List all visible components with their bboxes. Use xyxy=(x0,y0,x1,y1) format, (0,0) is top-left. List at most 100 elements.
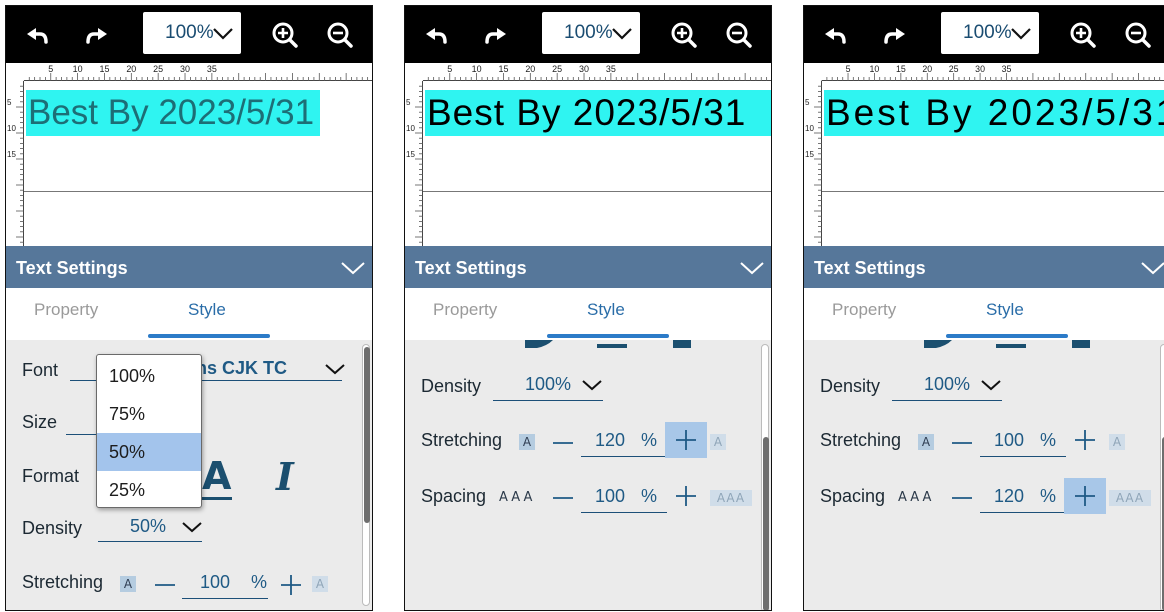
label-text-object[interactable]: Best By 2023/5/31 xyxy=(425,90,771,136)
stretching-value[interactable]: 100 xyxy=(200,572,230,593)
density-value[interactable]: 50% xyxy=(130,516,166,537)
label-boundary-line xyxy=(24,191,372,192)
density-value[interactable]: 100% xyxy=(525,374,571,395)
format-italic-button[interactable]: I xyxy=(276,454,294,499)
scrollbar[interactable] xyxy=(362,344,370,606)
zoom-out-icon[interactable] xyxy=(325,20,355,50)
stretching-unit: % xyxy=(251,572,268,592)
stretching-plus-button[interactable] xyxy=(665,422,707,458)
zoom-in-icon[interactable] xyxy=(669,20,699,50)
zoom-out-icon[interactable] xyxy=(724,20,754,50)
stretching-plus-button[interactable] xyxy=(270,567,312,603)
ruler-label: 25 xyxy=(552,64,562,74)
undo-icon[interactable] xyxy=(820,20,850,50)
phone-screen-3: 100% 5 10 15 20 25 30 35 5 10 15 Best By 2023/5/… xyxy=(803,5,1164,611)
ruler-label: 5 xyxy=(48,64,53,74)
ruler-label: 20 xyxy=(126,64,136,74)
format-icons-scrolled xyxy=(924,340,1090,348)
spacing-minus-button[interactable] xyxy=(950,486,974,510)
dropdown-option-50[interactable]: 50% xyxy=(97,433,201,471)
spacing-minus-button[interactable] xyxy=(551,486,575,510)
stretching-label: Stretching xyxy=(820,430,902,450)
dropdown-option-75[interactable]: 75% xyxy=(97,395,201,433)
label-text-object[interactable]: Best By 2023/5/31 xyxy=(824,90,1164,136)
ruler-label: 5 xyxy=(846,64,851,74)
label-text-object[interactable]: Best By 2023/5/31 xyxy=(26,90,321,136)
scrollbar[interactable] xyxy=(761,344,769,610)
ruler-label: 5 xyxy=(406,98,411,107)
spacing-wide-icon: AAA xyxy=(1109,490,1151,506)
undo-icon[interactable] xyxy=(421,20,451,50)
label-canvas[interactable]: 5 10 15 20 25 30 35 5 10 15 Best By 2023/5/31 xyxy=(405,63,771,246)
label-boundary-line xyxy=(822,191,1164,192)
text-settings-title: Text Settings xyxy=(415,258,527,278)
format-underline-button[interactable]: A xyxy=(202,454,231,498)
chevron-down-icon[interactable] xyxy=(181,518,203,536)
spacing-plus-button[interactable] xyxy=(1064,478,1106,514)
zoom-in-icon[interactable] xyxy=(1068,20,1098,50)
density-label: Density xyxy=(820,376,881,396)
spacing-underline xyxy=(581,512,667,513)
density-underline xyxy=(98,541,202,542)
dropdown-option-100[interactable]: 100% xyxy=(97,357,201,395)
stretching-minus-button[interactable] xyxy=(950,431,974,455)
chevron-down-icon[interactable] xyxy=(324,360,346,378)
stretching-value[interactable]: 120 xyxy=(595,430,625,451)
spacing-label: Spacing xyxy=(421,486,487,506)
ruler-label: 10 xyxy=(472,64,482,74)
redo-icon[interactable] xyxy=(481,20,511,50)
chevron-down-icon[interactable] xyxy=(980,376,1002,394)
label-canvas[interactable]: 5 10 15 20 25 30 35 5 10 15 Best By 2023/5/31 xyxy=(804,63,1164,246)
spacing-value[interactable]: 100 xyxy=(595,486,625,507)
minus-icon xyxy=(952,497,972,499)
toolbar: 100% xyxy=(6,6,372,63)
spacing-narrow-icon: AAA xyxy=(499,490,536,505)
tab-style[interactable]: Style xyxy=(188,300,226,320)
ruler-label: 35 xyxy=(1002,64,1012,74)
tab-property[interactable]: Property xyxy=(34,300,98,320)
tab-property[interactable]: Property xyxy=(832,300,896,320)
zoom-in-icon[interactable] xyxy=(270,20,300,50)
vertical-ruler: 5 10 15 xyxy=(805,81,822,246)
chevron-down-icon[interactable] xyxy=(581,376,603,394)
ruler-label: 5 xyxy=(447,64,452,74)
stretching-minus-button[interactable] xyxy=(153,573,177,597)
stretching-label: Stretching xyxy=(22,572,104,592)
spacing-value[interactable]: 120 xyxy=(994,486,1024,507)
density-value[interactable]: 100% xyxy=(924,374,970,395)
spacing-plus-button[interactable] xyxy=(665,478,707,514)
text-settings-header[interactable]: Text Settings xyxy=(6,246,372,288)
ruler-label: 15 xyxy=(99,64,109,74)
zoom-select[interactable]: 100% xyxy=(941,12,1039,54)
stretching-plus-button[interactable] xyxy=(1064,422,1106,458)
spacing-underline xyxy=(980,512,1066,513)
redo-icon[interactable] xyxy=(880,20,910,50)
plus-icon xyxy=(281,575,301,595)
ruler-label: 10 xyxy=(73,64,83,74)
tab-style[interactable]: Style xyxy=(587,300,625,320)
ruler-label: 20 xyxy=(922,64,932,74)
zoom-out-icon[interactable] xyxy=(1123,20,1153,50)
dropdown-option-25[interactable]: 25% xyxy=(97,471,201,509)
plus-icon xyxy=(676,430,696,450)
tab-property[interactable]: Property xyxy=(433,300,497,320)
text-settings-header[interactable]: Text Settings xyxy=(405,246,771,288)
tab-style[interactable]: Style xyxy=(986,300,1024,320)
scroll-thumb[interactable] xyxy=(364,347,370,523)
text-settings-header[interactable]: Text Settings xyxy=(804,246,1164,288)
scrollbar[interactable] xyxy=(1160,344,1164,610)
zoom-select[interactable]: 100% xyxy=(542,12,640,54)
scroll-thumb[interactable] xyxy=(763,437,769,610)
label-canvas[interactable]: 5 10 15 20 25 30 35 5 10 15 Best By 2023/5/31 xyxy=(6,63,372,246)
stretching-unit: % xyxy=(641,430,658,450)
spacing-label: Spacing xyxy=(820,486,886,506)
settings-tabs: Property Style xyxy=(6,288,372,340)
style-settings: Density 100% Stretching A 120 % A Spacin… xyxy=(405,340,771,610)
zoom-select[interactable]: 100% xyxy=(143,12,241,54)
stretching-value[interactable]: 100 xyxy=(994,430,1024,451)
undo-icon[interactable] xyxy=(22,20,52,50)
font-select-value[interactable]: ns CJK TC xyxy=(196,358,287,379)
stretch-wide-icon: A xyxy=(312,576,328,592)
stretching-minus-button[interactable] xyxy=(551,431,575,455)
redo-icon[interactable] xyxy=(82,20,112,50)
